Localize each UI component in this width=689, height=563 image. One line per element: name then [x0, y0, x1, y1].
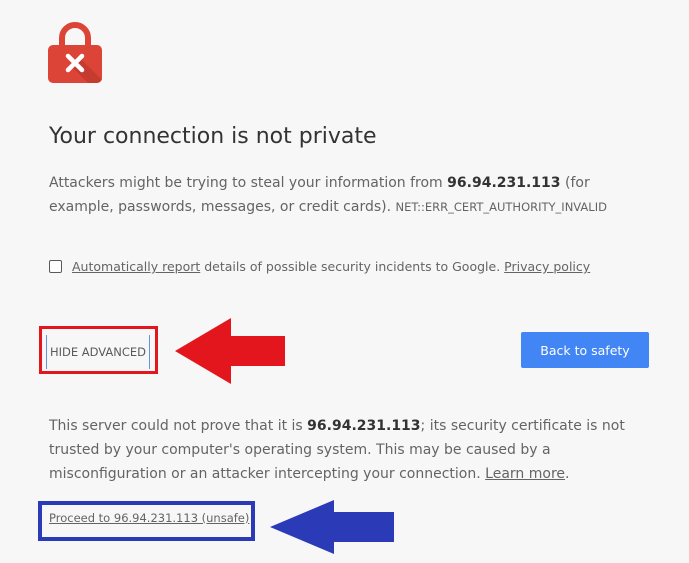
advanced-details: This server could not prove that it is 9… — [49, 414, 655, 486]
main-description: Attackers might be trying to steal your … — [49, 171, 649, 219]
description-prefix: Attackers might be trying to steal your … — [49, 175, 448, 191]
page-title: Your connection is not private — [49, 124, 377, 149]
interstitial-page: Your connection is not private Attackers… — [0, 0, 689, 563]
auto-report-link[interactable]: Automatically report — [72, 259, 200, 274]
blue-arrow-left-icon — [270, 500, 394, 554]
lock-error-icon — [48, 22, 102, 83]
details-prefix: This server could not prove that it is — [49, 418, 308, 434]
proceed-unsafe-link[interactable]: Proceed to 96.94.231.113 (unsafe) — [49, 511, 249, 525]
host-address: 96.94.231.113 — [447, 175, 561, 191]
details-end: . — [565, 466, 570, 482]
report-text: details of possible security incidents t… — [200, 259, 505, 274]
red-arrow-left-icon — [175, 318, 285, 384]
hide-advanced-button[interactable]: HIDE ADVANCED — [46, 335, 150, 369]
report-checkbox[interactable] — [49, 260, 62, 273]
learn-more-link[interactable]: Learn more — [485, 466, 565, 482]
privacy-policy-link[interactable]: Privacy policy — [504, 259, 590, 274]
back-to-safety-button[interactable]: Back to safety — [521, 332, 649, 368]
details-host: 96.94.231.113 — [307, 418, 421, 434]
report-row: Automatically report details of possible… — [49, 259, 590, 274]
error-code: NET::ERR_CERT_AUTHORITY_INVALID — [395, 200, 607, 214]
